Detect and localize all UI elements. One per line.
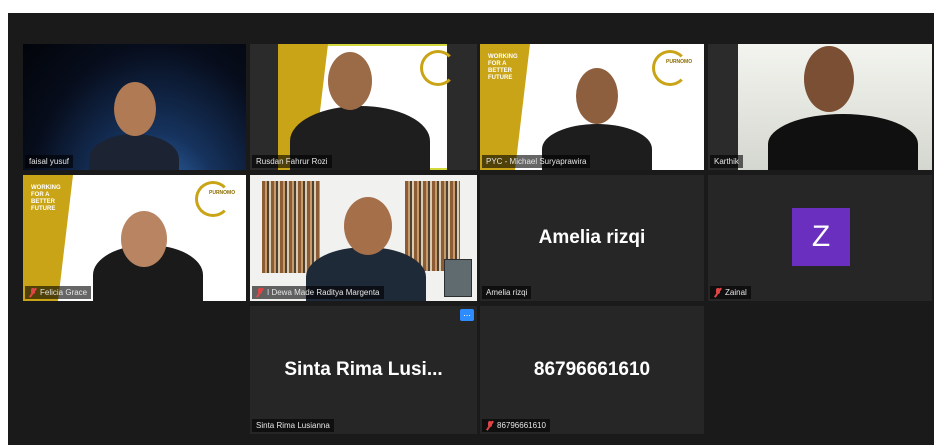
virtual-bg-text: WORKING FOR A BETTER FUTURE — [31, 185, 61, 212]
black-bar-left — [708, 44, 738, 170]
video-tile-sinta[interactable]: ... Sinta Rima Lusi... Sinta Rima Lusian… — [250, 306, 477, 434]
brand-logo-icon — [420, 50, 456, 86]
name-label: faisal yusuf — [25, 155, 74, 168]
video-tile-pyc-michael[interactable]: WORKING FOR A BETTER FUTURE PURNOMO PYC … — [480, 44, 704, 170]
participant-face — [121, 211, 167, 267]
more-options-icon[interactable]: ... — [460, 309, 474, 321]
participant-face — [328, 52, 372, 110]
avatar: Z — [792, 208, 850, 266]
muted-mic-icon — [29, 288, 37, 297]
participant-display-name: 86796661610 — [533, 359, 651, 380]
brand-logo-icon — [652, 50, 688, 86]
video-tile-faisal[interactable]: faisal yusuf — [23, 44, 246, 170]
brand-logo-icon — [195, 181, 231, 217]
participant-face — [804, 46, 854, 112]
name-label: Zainal — [710, 286, 751, 299]
name-label: Sinta Rima Lusianna — [252, 419, 334, 432]
bookshelf — [405, 181, 460, 271]
participant-silhouette — [89, 134, 179, 170]
muted-mic-icon — [486, 421, 494, 430]
name-label: Felicia Grace — [25, 286, 92, 299]
video-tile-zainal[interactable]: Z Zainal — [708, 175, 932, 301]
name-label: Rusdan Fahrur Rozi — [252, 155, 332, 168]
virtual-bg-text: WORKING FOR A BETTER FUTURE — [488, 54, 518, 81]
video-tile-karthik[interactable]: Karthik — [708, 44, 932, 170]
video-tile-rusdan[interactable]: Rusdan Fahrur Rozi — [250, 44, 477, 170]
video-tile-amelia[interactable]: Amelia rizqi Amelia rizqi — [480, 175, 704, 301]
participant-face — [576, 68, 618, 124]
gallery-view: faisal yusuf Rusdan Fahrur Rozi WORKING … — [8, 13, 934, 445]
name-label: PYC - Michael Suryaprawira — [482, 155, 591, 168]
video-tile-dewa[interactable]: I Dewa Made Raditya Margenta — [250, 175, 477, 301]
black-bar-left — [250, 44, 280, 170]
name-label: Amelia rizqi — [482, 286, 532, 299]
poster — [444, 259, 472, 297]
muted-mic-icon — [256, 288, 264, 297]
video-tile-felicia[interactable]: WORKING FOR A BETTER FUTURE PURNOMO Feli… — [23, 175, 246, 301]
participant-face — [114, 82, 156, 136]
muted-mic-icon — [714, 288, 722, 297]
name-label: Karthik — [710, 155, 743, 168]
brand-text: PURNOMO — [209, 190, 236, 196]
video-tile-phone[interactable]: 86796661610 86796661610 — [480, 306, 704, 434]
name-label: I Dewa Made Raditya Margenta — [252, 286, 384, 299]
participant-silhouette — [768, 114, 918, 170]
participant-display-name: Sinta Rima Lusi... — [284, 359, 443, 380]
bookshelf — [262, 181, 320, 273]
participant-display-name: Amelia rizqi — [538, 227, 646, 248]
brand-text: PURNOMO — [666, 59, 693, 65]
name-label: 86796661610 — [482, 419, 550, 432]
participant-face — [344, 197, 392, 255]
